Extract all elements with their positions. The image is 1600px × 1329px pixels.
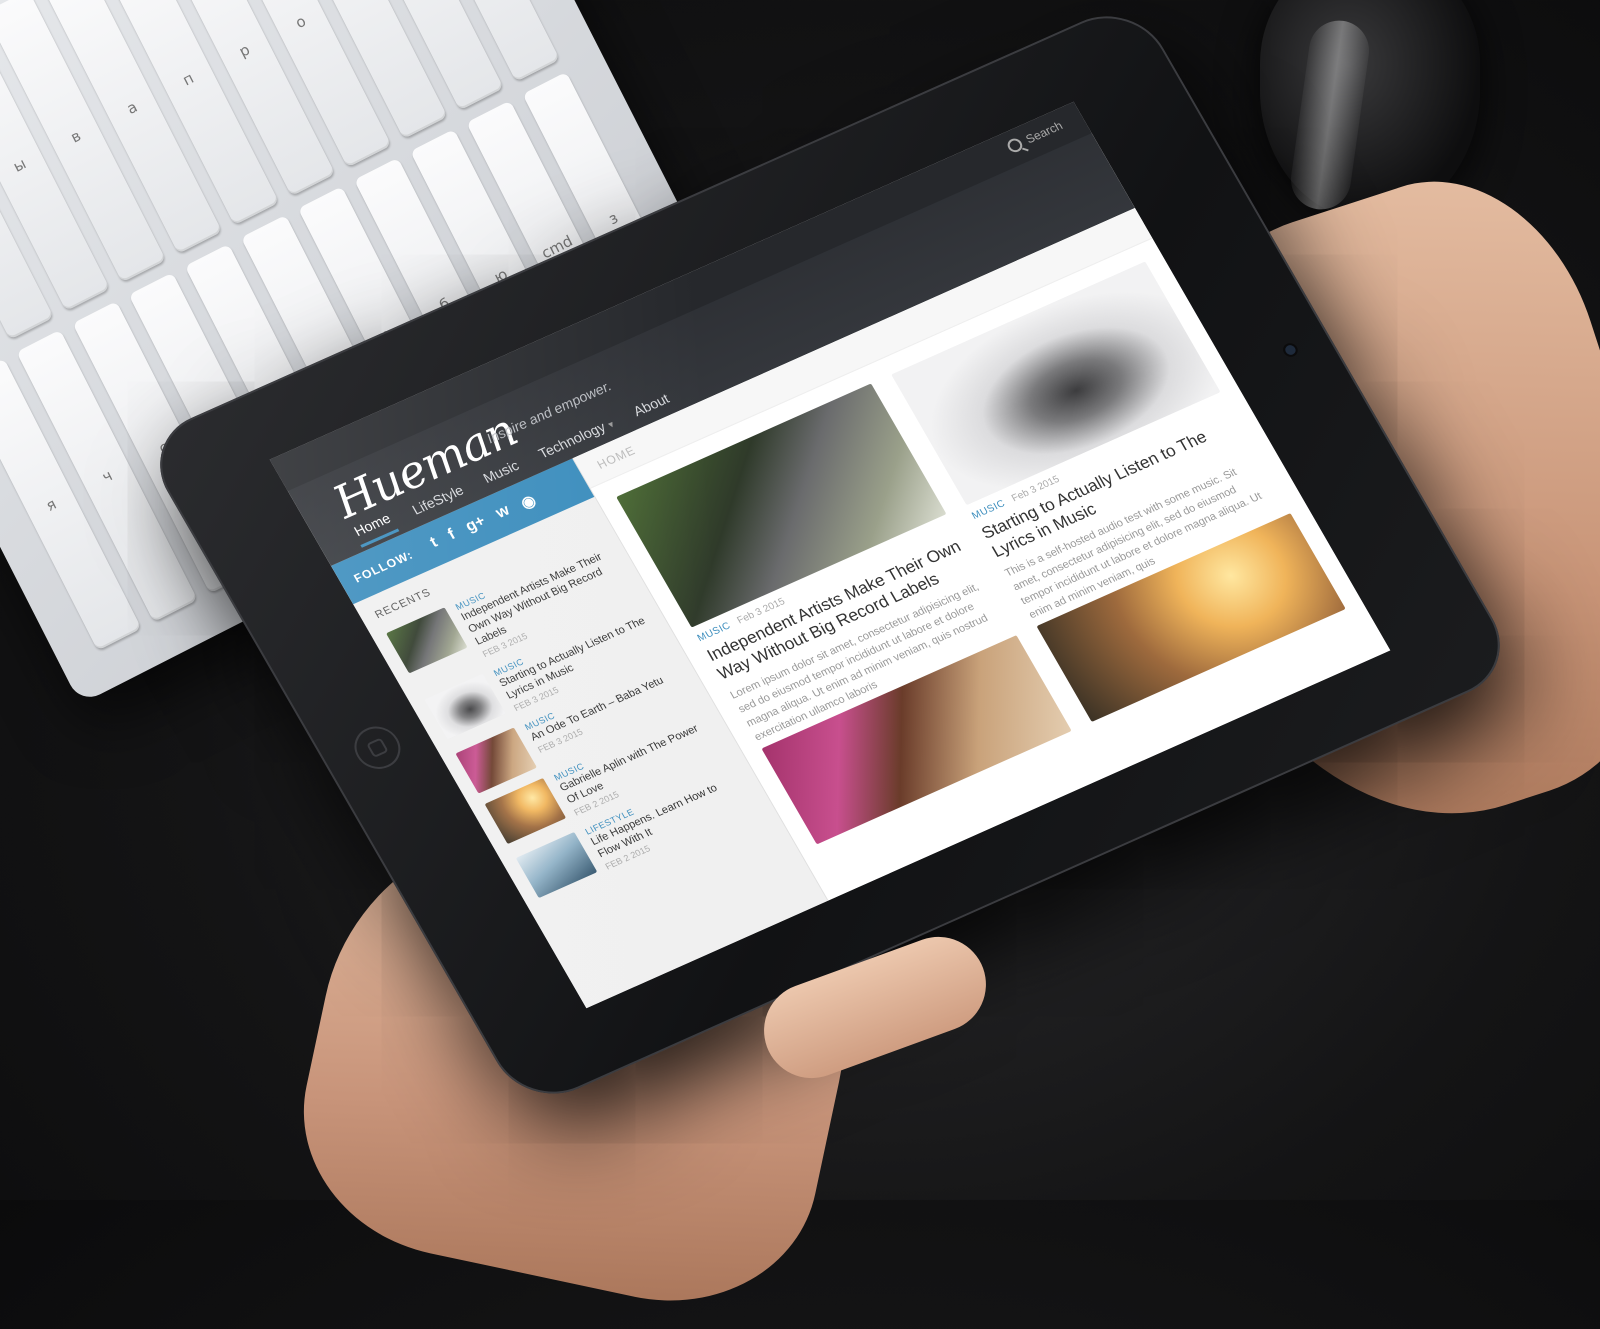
- home-button[interactable]: [346, 719, 409, 776]
- rss-icon[interactable]: ◉: [517, 491, 540, 514]
- twitter-icon[interactable]: t: [427, 534, 442, 554]
- search-placeholder[interactable]: Search: [1023, 119, 1065, 147]
- weibo-icon[interactable]: w: [493, 502, 514, 524]
- nav-item-music[interactable]: Music: [478, 456, 523, 486]
- chevron-down-icon: ▾: [606, 419, 617, 431]
- search-box[interactable]: Search: [1005, 119, 1065, 155]
- front-camera: [1283, 343, 1298, 357]
- google-plus-icon[interactable]: g+: [463, 513, 491, 538]
- search-icon: [1005, 136, 1025, 155]
- facebook-icon[interactable]: f: [445, 526, 460, 546]
